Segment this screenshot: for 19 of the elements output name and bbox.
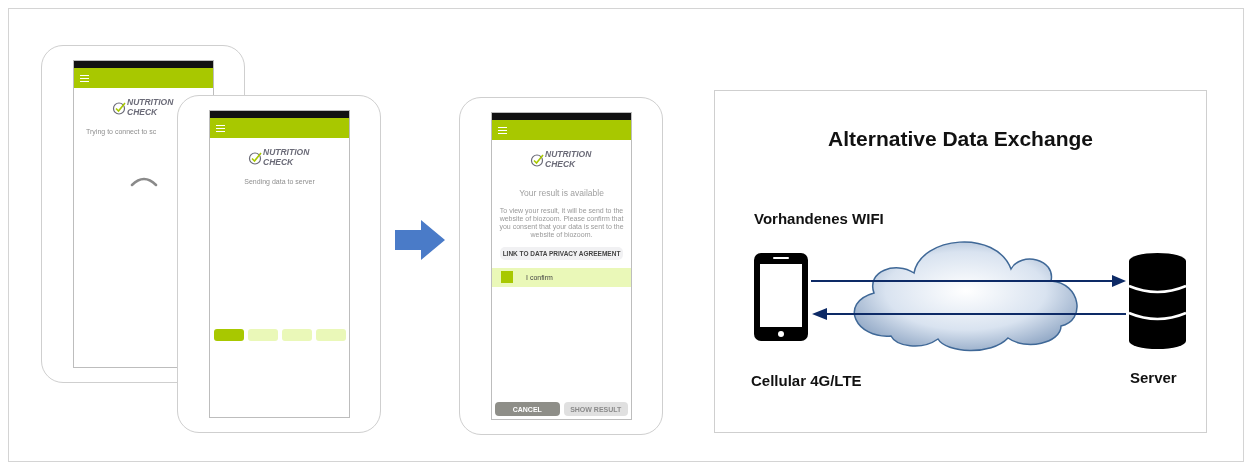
checkmark-circle-icon bbox=[112, 100, 126, 115]
smartphone-icon bbox=[753, 253, 808, 341]
checkmark-circle-icon bbox=[248, 150, 262, 165]
diagram-title: Alternative Data Exchange bbox=[828, 127, 1093, 151]
right-arrow-icon bbox=[395, 220, 445, 260]
app-logo-text: NUTRITION CHECK bbox=[263, 148, 311, 168]
result-heading: Your result is available bbox=[519, 187, 604, 198]
menu-icon[interactable] bbox=[498, 126, 507, 134]
app-logo-text: NUTRITION CHECK bbox=[127, 98, 175, 118]
wifi-label: Vorhandenes WIFI bbox=[753, 210, 884, 227]
database-icon bbox=[1127, 253, 1187, 349]
menu-icon[interactable] bbox=[216, 124, 225, 132]
checkmark-circle-icon bbox=[530, 152, 544, 167]
cellular-label: Cellular 4G/LTE bbox=[750, 372, 862, 389]
menu-icon[interactable] bbox=[80, 74, 89, 82]
server-label: Server bbox=[1129, 369, 1177, 386]
loading-spinner-icon bbox=[130, 177, 157, 186]
app-logo-text: NUTRITION CHECK bbox=[545, 150, 593, 170]
confirm-checkbox[interactable] bbox=[501, 271, 513, 284]
